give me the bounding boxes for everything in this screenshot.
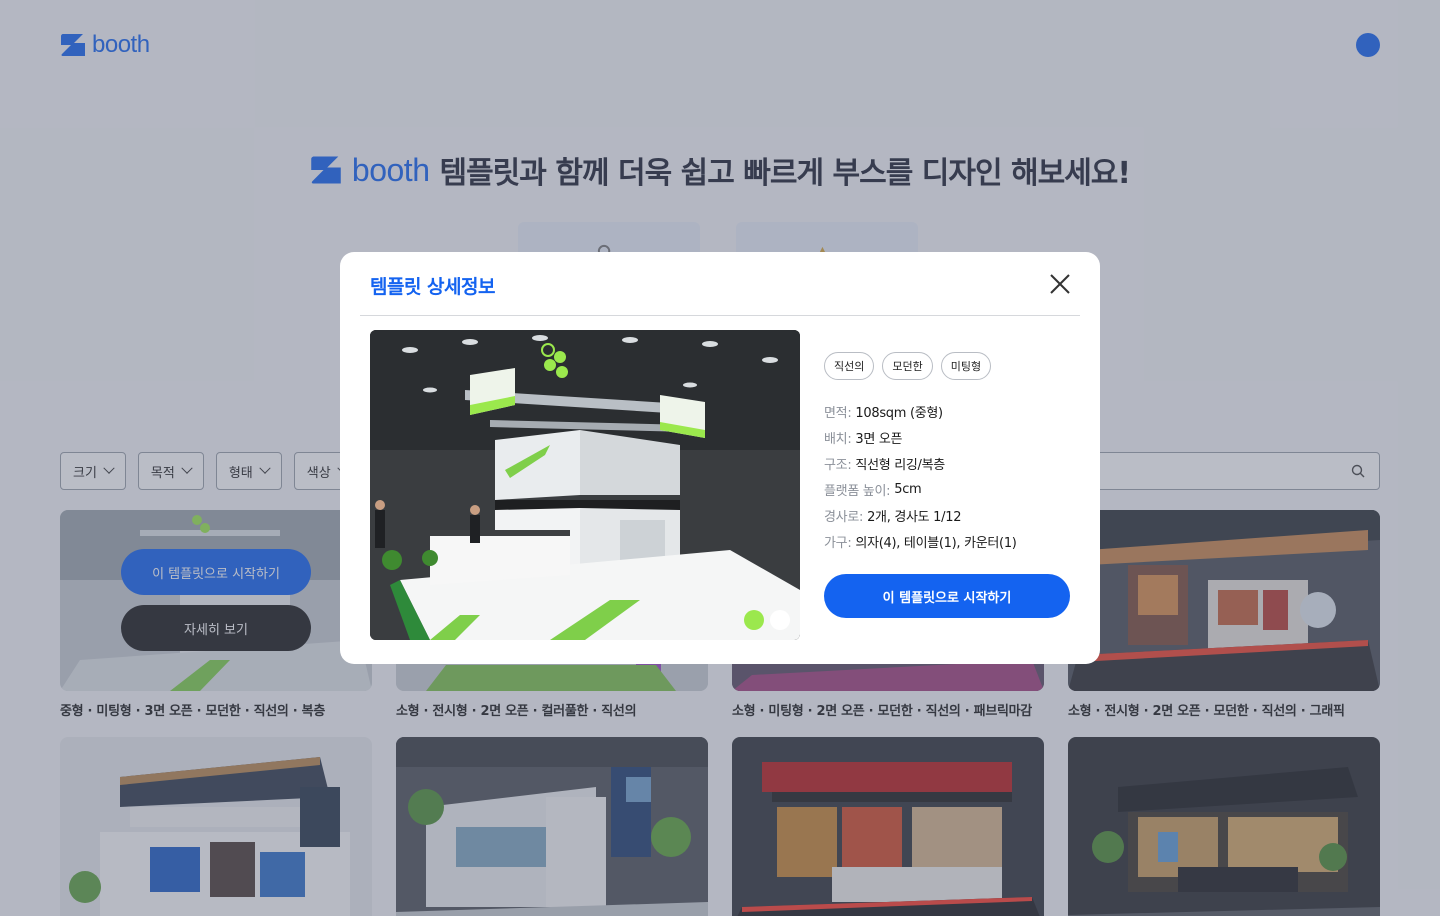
booth-render [370, 330, 800, 640]
spec-value: 의자(4), 테이블(1), 카운터(1) [855, 535, 1017, 551]
modal-divider [360, 315, 1080, 316]
spec-platform-height: 플랫폼 높이: 5cm [824, 476, 1017, 502]
spec-layout: 배치: 3면 오픈 [824, 424, 1017, 450]
spec-value: 5cm [894, 481, 922, 497]
tag-chip: 직선의 [824, 352, 875, 380]
start-template-button[interactable]: 이 템플릿으로 시작하기 [824, 574, 1070, 618]
gallery-dot-1[interactable] [744, 610, 764, 630]
spec-key: 면적: [824, 405, 852, 421]
spec-furniture: 가구: 의자(4), 테이블(1), 카운터(1) [824, 528, 1017, 554]
template-preview-image[interactable] [370, 330, 800, 640]
gallery-dot-2[interactable] [770, 610, 790, 630]
tag-chip: 모던한 [882, 352, 933, 380]
spec-key: 구조: [824, 457, 852, 473]
spec-value: 108sqm (중형) [855, 405, 943, 421]
spec-key: 플랫폼 높이: [824, 483, 891, 499]
spec-value: 3면 오픈 [855, 431, 903, 447]
modal-title: 템플릿 상세정보 [370, 276, 495, 298]
spec-structure: 구조: 직선형 리깅/복층 [824, 450, 1017, 476]
spec-value: 2개, 경사도 1/12 [867, 509, 962, 525]
spec-value: 직선형 리깅/복층 [855, 457, 945, 473]
template-detail-modal: 템플릿 상세정보 직선의 모던한 미팅형 면적: 108sqm (중형) 배치:… [340, 252, 1100, 664]
gallery-pagination [744, 610, 790, 630]
template-spec-list: 면적: 108sqm (중형) 배치: 3면 오픈 구조: 직선형 리깅/복층 플랫폼… [824, 398, 1017, 554]
tag-chip: 미팅형 [940, 352, 992, 380]
close-icon[interactable] [1046, 270, 1074, 298]
spec-key: 배치: [824, 431, 852, 447]
spec-key: 경사로: [824, 509, 864, 525]
spec-area: 면적: 108sqm (중형) [824, 398, 1017, 424]
spec-key: 가구: [824, 535, 852, 551]
template-tags: 직선의 모던한 미팅형 [824, 352, 992, 380]
spec-ramp: 경사로: 2개, 경사도 1/12 [824, 502, 1017, 528]
